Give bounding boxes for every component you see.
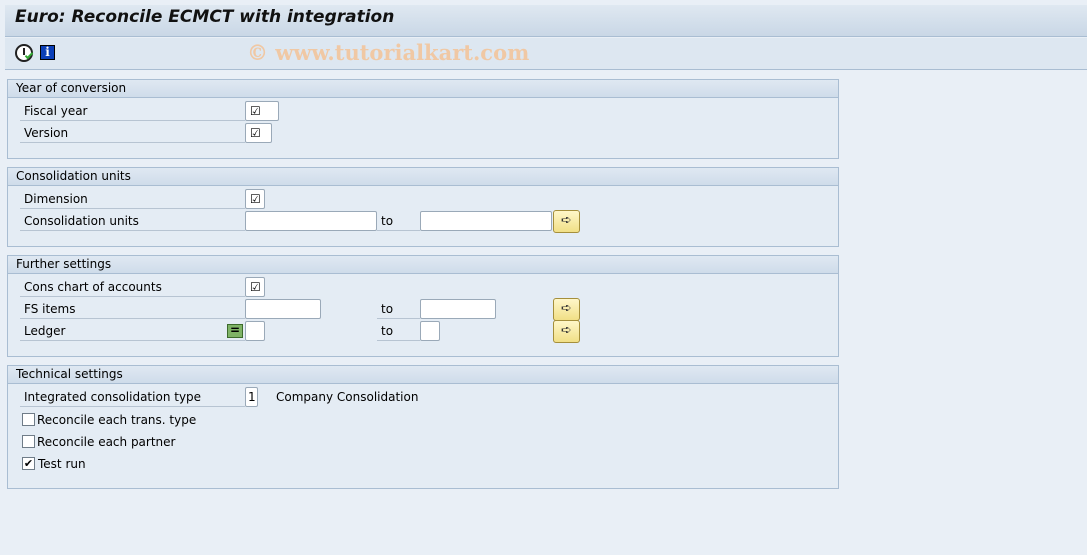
multiple-selection-button[interactable]: ➪	[553, 210, 580, 233]
cons-chart-label: Cons chart of accounts	[20, 276, 245, 297]
to-label: to	[377, 210, 420, 231]
panel-title: Year of conversion	[8, 80, 838, 98]
consolidation-units-label: Consolidation units	[20, 210, 245, 231]
dimension-label: Dimension	[20, 188, 245, 209]
page-title: Euro: Reconcile ECMCT with integration	[15, 7, 395, 27]
fs-items-label: FS items	[20, 298, 245, 319]
reconcile-partner-checkbox[interactable]	[22, 435, 35, 448]
ledger-to-input[interactable]	[420, 321, 440, 341]
arrow-right-icon: ➪	[561, 301, 572, 316]
watermark: © www.tutorialkart.com	[247, 40, 530, 65]
cons-type-input[interactable]: 1	[245, 387, 258, 407]
clock-check-icon[interactable]	[15, 44, 34, 62]
version-label: Version	[20, 122, 245, 143]
toolbar	[5, 38, 1087, 70]
test-run-checkbox[interactable]: ✔	[22, 457, 35, 470]
reconcile-trans-type-checkbox[interactable]	[22, 413, 35, 426]
test-run-label: Test run	[38, 457, 86, 471]
version-field[interactable]: ☑	[245, 123, 272, 143]
fs-items-to-input[interactable]	[420, 299, 496, 319]
panel-title: Technical settings	[8, 366, 838, 384]
fiscal-year-label: Fiscal year	[20, 100, 245, 121]
consolidation-units-from-input[interactable]	[245, 211, 377, 231]
panel-title: Further settings	[8, 256, 838, 274]
info-icon[interactable]: i	[40, 45, 55, 60]
cons-type-label: Integrated consolidation type	[20, 386, 245, 407]
cons-type-description: Company Consolidation	[276, 390, 419, 404]
panel-technical-settings: Technical settings	[7, 365, 839, 489]
panel-title: Consolidation units	[8, 168, 838, 186]
fs-items-multiple-selection-button[interactable]: ➪	[553, 298, 580, 321]
reconcile-trans-type-label: Reconcile each trans. type	[37, 413, 197, 427]
ledger-from-input[interactable]	[245, 321, 265, 341]
fs-items-from-input[interactable]	[245, 299, 321, 319]
to-label: to	[377, 320, 420, 341]
cons-chart-field[interactable]: ☑	[245, 277, 265, 297]
ledger-label: Ledger	[20, 320, 245, 341]
reconcile-partner-label: Reconcile each partner	[37, 435, 176, 449]
arrow-right-icon: ➪	[561, 213, 572, 228]
ledger-multiple-selection-button[interactable]: ➪	[553, 320, 580, 343]
to-label: to	[377, 298, 420, 319]
dimension-field[interactable]: ☑	[245, 189, 265, 209]
equals-option-icon[interactable]: =	[227, 324, 243, 338]
consolidation-units-to-input[interactable]	[420, 211, 552, 231]
fiscal-year-field[interactable]: ☑	[245, 101, 279, 121]
arrow-right-icon: ➪	[561, 323, 572, 338]
